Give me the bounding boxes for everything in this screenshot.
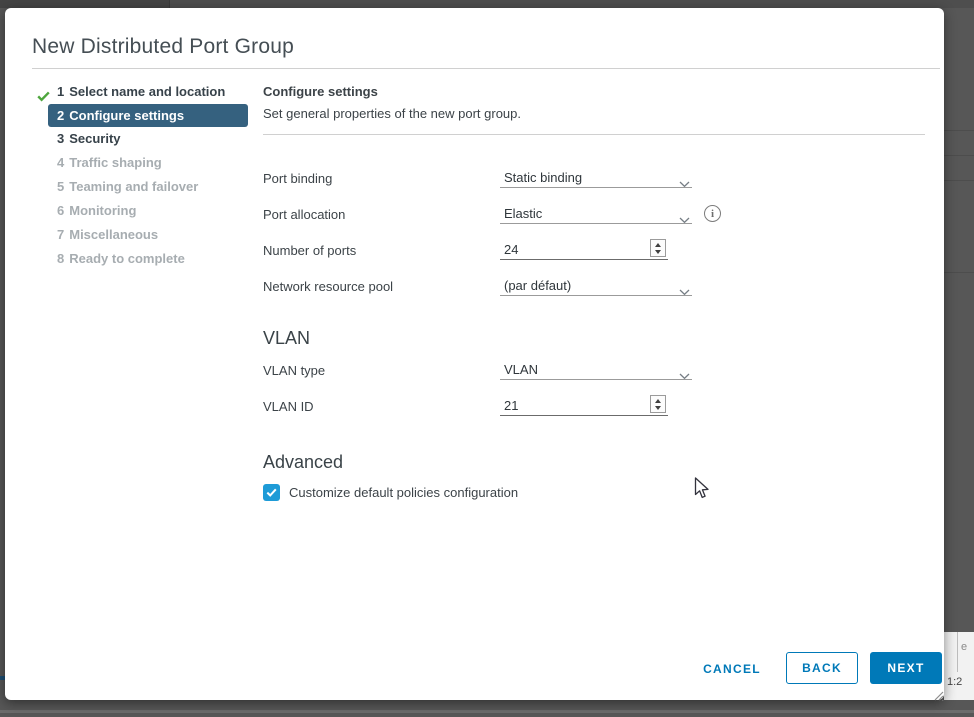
configure-settings-panel: Configure settings Set general propertie… [263, 84, 925, 501]
port-binding-value: Static binding [500, 169, 692, 185]
vlan-id-value: 21 [500, 397, 668, 413]
step-number: 1 [57, 84, 64, 99]
wizard-step-configure-settings[interactable]: 2 Configure settings [48, 104, 248, 127]
step-label: Ready to complete [69, 251, 185, 266]
background-corner-patch: e 1:2 [944, 632, 974, 700]
chevron-down-icon [679, 211, 690, 229]
dialog-resize-handle[interactable] [930, 687, 945, 702]
port-binding-row: Port binding Static binding [263, 169, 925, 205]
background-table-line [944, 180, 974, 181]
step-label: Miscellaneous [69, 227, 158, 242]
background-text-fragment: 1:2 [947, 676, 962, 688]
step-number: 8 [57, 251, 64, 266]
step-label: Monitoring [69, 203, 136, 218]
panel-heading: Configure settings [263, 84, 925, 99]
network-resource-pool-row: Network resource pool (par défaut) [263, 277, 925, 313]
stepper-up-button[interactable] [653, 397, 663, 404]
background-table-line [944, 272, 974, 273]
triangle-down-icon [655, 250, 661, 254]
step-number: 3 [57, 131, 64, 146]
number-of-ports-row: Number of ports 24 [263, 241, 925, 277]
vlan-section-heading: VLAN [263, 328, 925, 349]
wizard-step-teaming-and-failover: 5 Teaming and failover [35, 175, 251, 199]
customize-policies-checkbox-row: Customize default policies configuration [263, 484, 925, 501]
info-icon[interactable]: i [704, 205, 721, 222]
customize-policies-checkbox[interactable] [263, 484, 280, 501]
vlan-type-value: VLAN [500, 361, 692, 377]
back-button[interactable]: BACK [786, 652, 858, 684]
general-settings-form: Port binding Static binding Port allocat… [263, 169, 925, 313]
chevron-down-icon [679, 283, 690, 301]
vlan-id-row: VLAN ID 21 [263, 397, 925, 433]
background-corner-divider [957, 632, 958, 672]
checkmark-icon [266, 488, 277, 497]
step-label: Security [69, 131, 120, 146]
vlan-id-label: VLAN ID [263, 397, 500, 414]
step-label: Traffic shaping [69, 155, 161, 170]
stepper-down-button[interactable] [653, 404, 663, 411]
port-binding-select[interactable]: Static binding [500, 169, 692, 188]
background-table-line [944, 130, 974, 131]
port-allocation-row: Port allocation Elastic i [263, 205, 925, 241]
vlan-id-stepper [650, 395, 666, 413]
vlan-type-select[interactable]: VLAN [500, 361, 692, 380]
customize-policies-label: Customize default policies configuration [289, 485, 518, 500]
vlan-type-row: VLAN type VLAN [263, 361, 925, 397]
dialog-title: New Distributed Port Group [32, 35, 294, 59]
vlan-form: VLAN type VLAN VLAN ID 21 [263, 361, 925, 433]
number-of-ports-value: 24 [500, 241, 668, 257]
step-number: 7 [57, 227, 64, 242]
triangle-down-icon [655, 406, 661, 410]
number-of-ports-input[interactable]: 24 [500, 241, 668, 260]
wizard-step-select-name-and-location[interactable]: 1 Select name and location [35, 80, 251, 104]
step-label: Teaming and failover [69, 179, 198, 194]
wizard-step-traffic-shaping: 4 Traffic shaping [35, 151, 251, 175]
port-allocation-select[interactable]: Elastic [500, 205, 692, 224]
triangle-up-icon [655, 243, 661, 247]
next-button[interactable]: NEXT [870, 652, 942, 684]
network-resource-pool-label: Network resource pool [263, 277, 500, 294]
network-resource-pool-value: (par défaut) [500, 277, 692, 293]
chevron-down-icon [679, 367, 690, 385]
step-number: 6 [57, 203, 64, 218]
new-distributed-port-group-dialog: New Distributed Port Group 1 Select name … [5, 8, 944, 700]
stepper-up-button[interactable] [653, 241, 663, 248]
background-bottom-band [0, 710, 974, 713]
step-label: Select name and location [69, 84, 225, 99]
vlan-type-label: VLAN type [263, 361, 500, 378]
chevron-down-icon [679, 175, 690, 193]
background-text-fragment: e [961, 641, 967, 653]
vlan-id-input[interactable]: 21 [500, 397, 668, 416]
wizard-step-ready-to-complete: 8 Ready to complete [35, 247, 251, 271]
number-of-ports-stepper [650, 239, 666, 257]
wizard-step-security[interactable]: 3 Security [35, 127, 251, 151]
port-allocation-label: Port allocation [263, 205, 500, 222]
step-number: 5 [57, 179, 64, 194]
port-binding-label: Port binding [263, 169, 500, 186]
network-resource-pool-select[interactable]: (par défaut) [500, 277, 692, 296]
panel-divider [263, 134, 925, 135]
background-top-bar [0, 0, 974, 8]
wizard-step-miscellaneous: 7 Miscellaneous [35, 223, 251, 247]
background-top-bar-segment [0, 0, 170, 8]
triangle-up-icon [655, 399, 661, 403]
wizard-step-monitoring: 6 Monitoring [35, 199, 251, 223]
advanced-section-heading: Advanced [263, 452, 925, 473]
number-of-ports-label: Number of ports [263, 241, 500, 258]
mouse-cursor-icon [694, 477, 712, 506]
port-allocation-value: Elastic [500, 205, 692, 221]
step-label: Configure settings [69, 108, 184, 123]
step-number: 4 [57, 155, 64, 170]
cancel-button[interactable]: CANCEL [697, 660, 767, 678]
title-divider [32, 68, 940, 69]
step-number: 2 [57, 108, 64, 123]
wizard-steps: 1 Select name and location 2 Configure set… [35, 80, 251, 271]
stepper-down-button[interactable] [653, 248, 663, 255]
background-table-line [944, 155, 974, 156]
panel-description: Set general properties of the new port g… [263, 106, 925, 121]
